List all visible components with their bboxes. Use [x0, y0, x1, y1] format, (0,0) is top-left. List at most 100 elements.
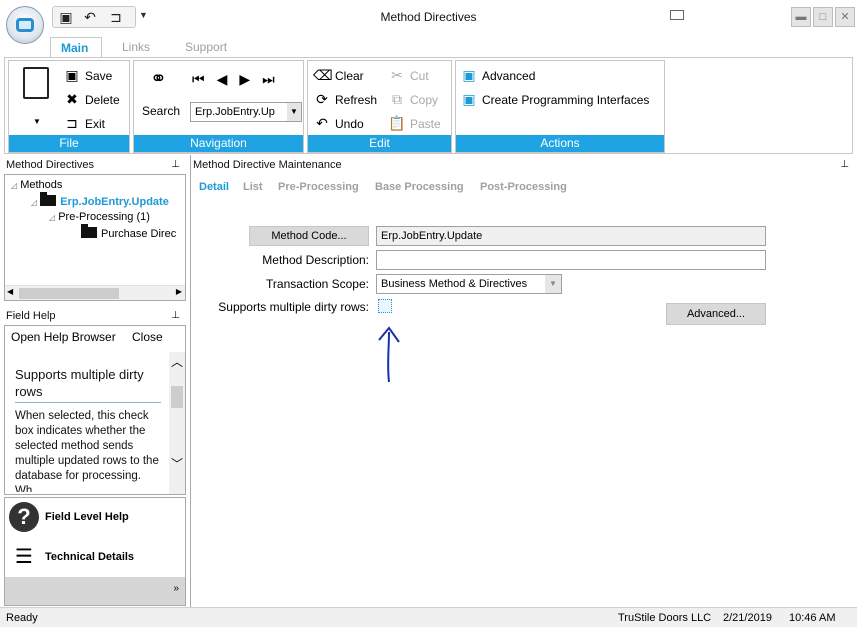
- navigation-group-label: Navigation: [134, 135, 303, 152]
- pin-icon[interactable]: ⊥: [171, 308, 180, 324]
- save-button[interactable]: ▣ Save: [63, 65, 112, 85]
- close-button[interactable]: ✕: [835, 7, 855, 27]
- main-pane-header: Method Directive Maintenance ⊥: [191, 157, 855, 173]
- chevron-up-icon[interactable]: ︿: [171, 356, 183, 368]
- record-selector[interactable]: Erp.JobEntry.Up ▼: [190, 102, 302, 122]
- field-help-pane: Open Help Browser Close Supports multipl…: [4, 325, 186, 495]
- previous-record-icon[interactable]: ◀: [217, 71, 240, 87]
- main-pane: Method Directive Maintenance ⊥ Detail Li…: [190, 155, 855, 607]
- expand-icon[interactable]: ◿: [49, 213, 55, 222]
- copy-button[interactable]: ⧉ Copy: [388, 89, 438, 109]
- tab-support[interactable]: Support: [175, 37, 237, 58]
- restore-layout-icon[interactable]: [670, 10, 684, 20]
- tab-list[interactable]: List: [243, 181, 263, 193]
- delete-button[interactable]: ✖ Delete: [63, 89, 120, 109]
- scroll-thumb[interactable]: [171, 386, 183, 408]
- application-menu-button[interactable]: [6, 6, 44, 44]
- paste-button[interactable]: 📋 Paste: [388, 113, 440, 133]
- edit-group: ⌫ Clear ⟳ Refresh ↶ Undo ✂ Cut ⧉ Copy 📋 Paste …: [307, 60, 452, 153]
- ribbon: ▼ ▣ Save ✖ Delete ⊐ Exit File ⚭ ⏮◀▶⏭ Search…: [4, 57, 853, 154]
- folder-icon: [40, 192, 57, 206]
- create-interfaces-button[interactable]: ▣ Create Programming Interfaces: [460, 89, 649, 109]
- tree-node-methods[interactable]: ◿ Methods: [11, 179, 62, 191]
- search-button[interactable]: Search: [142, 101, 180, 121]
- cut-button[interactable]: ✂ Cut: [388, 65, 429, 85]
- tab-main[interactable]: Main: [50, 37, 102, 58]
- first-record-icon[interactable]: ⏮: [192, 71, 217, 87]
- help-text: When selected, this check box indicates …: [15, 410, 159, 492]
- technical-details-icon: ☰: [15, 546, 33, 569]
- technical-details-item[interactable]: ☰ Technical Details: [9, 542, 134, 572]
- status-date: 2/21/2019: [723, 612, 772, 624]
- binoculars-icon[interactable]: ⚭: [150, 69, 167, 89]
- supports-multiple-checkbox[interactable]: [378, 299, 392, 313]
- method-tree: ◿ Methods ◿ Erp.JobEntry.Update ◿ Pre-Pr…: [4, 174, 186, 301]
- expand-icon[interactable]: ◿: [31, 198, 37, 207]
- advanced-action-button[interactable]: ▣ Advanced: [460, 65, 535, 85]
- status-bar: Ready TruStile Doors LLC 2/21/2019 10:46…: [0, 607, 857, 627]
- method-code-button[interactable]: Method Code...: [249, 226, 369, 246]
- transaction-scope-select[interactable]: Business Method & Directives ▼: [376, 274, 562, 294]
- delete-icon: ✖: [66, 91, 78, 107]
- tab-links[interactable]: Links: [112, 37, 160, 58]
- pin-icon[interactable]: ⊥: [171, 157, 180, 173]
- tree-node-preprocessing[interactable]: ◿ Pre-Processing (1): [49, 211, 150, 223]
- field-level-help-item[interactable]: ? Field Level Help: [9, 502, 129, 533]
- expand-more-icon[interactable]: »: [173, 583, 179, 594]
- navigation-group: ⚭ ⏮◀▶⏭ Search Erp.JobEntry.Up ▼ Navigati…: [133, 60, 304, 153]
- edit-group-label: Edit: [308, 135, 451, 152]
- status-time: 10:46 AM: [789, 612, 836, 624]
- undo-button[interactable]: ↶ Undo: [313, 113, 364, 133]
- help-pane-header: Field Help ⊥: [4, 308, 186, 324]
- tree-node-method[interactable]: ◿ Erp.JobEntry.Update: [31, 192, 169, 208]
- actions-group-label: Actions: [456, 135, 664, 152]
- chevron-down-icon[interactable]: ▼: [287, 103, 301, 121]
- tab-post-processing[interactable]: Post-Processing: [480, 181, 567, 193]
- tab-base-processing[interactable]: Base Processing: [375, 181, 464, 193]
- tab-detail[interactable]: Detail: [199, 181, 229, 193]
- cut-icon: ✂: [391, 67, 403, 83]
- copy-icon: ⧉: [392, 91, 402, 107]
- open-help-browser-button[interactable]: Open Help Browser: [11, 326, 116, 348]
- question-icon: ?: [9, 502, 39, 533]
- chevron-down-icon[interactable]: ▼: [545, 275, 561, 293]
- interfaces-icon: ▣: [462, 91, 476, 107]
- maximize-button[interactable]: □: [813, 7, 833, 27]
- status-text: Ready: [6, 612, 38, 624]
- record-nav-arrows: ⏮◀▶⏭: [192, 71, 287, 88]
- vertical-scrollbar[interactable]: ︿ ﹀: [169, 352, 185, 494]
- refresh-button[interactable]: ⟳ Refresh: [313, 89, 377, 109]
- method-description-label: Method Description:: [262, 253, 369, 267]
- tree-pane-header: Method Directives ⊥: [4, 157, 186, 173]
- scroll-left-icon[interactable]: ◀: [7, 287, 13, 296]
- next-record-icon[interactable]: ▶: [239, 71, 262, 87]
- tree-node-directive[interactable]: Purchase Direc: [81, 224, 176, 240]
- method-code-field[interactable]: Erp.JobEntry.Update: [376, 226, 766, 246]
- chevron-down-icon[interactable]: ﹀: [171, 458, 183, 470]
- annotation-arrow: [378, 326, 400, 383]
- help-content: Supports multiple dirty rows When select…: [6, 352, 169, 492]
- new-icon[interactable]: [23, 67, 49, 99]
- method-description-field[interactable]: [376, 250, 766, 270]
- new-dropdown-icon[interactable]: ▼: [33, 117, 41, 126]
- tab-pre-processing[interactable]: Pre-Processing: [278, 181, 359, 193]
- minimize-button[interactable]: ▬: [791, 7, 811, 27]
- expand-icon[interactable]: ◿: [11, 181, 17, 190]
- folder-icon: [81, 224, 97, 238]
- supports-multiple-label: Supports multiple dirty rows:: [218, 300, 369, 314]
- exit-button[interactable]: ⊐ Exit: [63, 113, 105, 133]
- scroll-thumb[interactable]: [19, 288, 119, 299]
- pin-icon[interactable]: ⊥: [840, 157, 849, 173]
- title-bar: ▣ ↶ ⊐ ▼ Method Directives ▬ □ ✕: [0, 0, 857, 44]
- advanced-button[interactable]: Advanced...: [666, 303, 766, 325]
- company-name: TruStile Doors LLC: [618, 612, 712, 624]
- file-group: ▼ ▣ Save ✖ Delete ⊐ Exit File: [8, 60, 130, 153]
- last-record-icon[interactable]: ⏭: [262, 71, 287, 87]
- scroll-right-icon[interactable]: ▶: [176, 287, 182, 296]
- help-heading: Supports multiple dirty rows: [15, 366, 161, 403]
- clear-button[interactable]: ⌫ Clear: [313, 65, 364, 85]
- horizontal-scrollbar[interactable]: ◀ ▶: [5, 285, 185, 300]
- app-logo-icon: [16, 18, 34, 32]
- help-toolbar: Open Help Browser Close: [5, 326, 185, 348]
- close-help-button[interactable]: Close: [132, 326, 163, 348]
